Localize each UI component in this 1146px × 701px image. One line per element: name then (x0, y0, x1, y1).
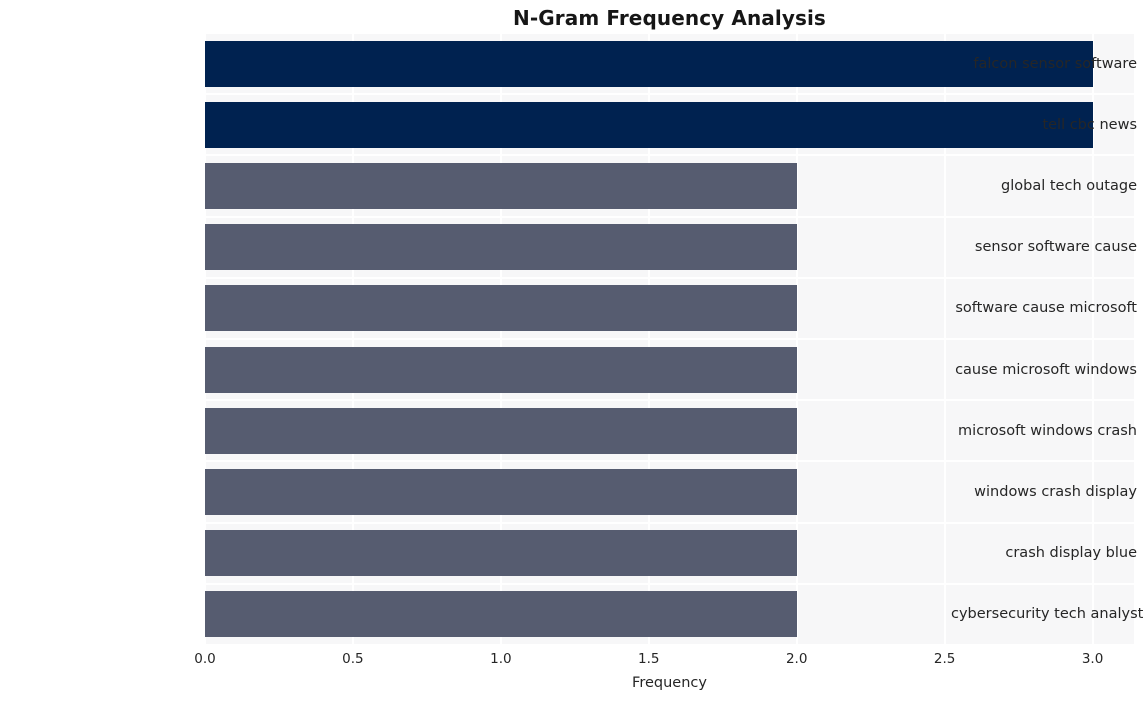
bar[interactable] (205, 347, 797, 393)
x-axis-tick-label: 0.0 (194, 651, 216, 667)
gridline-horizontal (205, 33, 1134, 34)
gridline-horizontal (205, 521, 1134, 524)
x-axis-label: Frequency (632, 675, 707, 691)
x-axis-tick-label: 0.5 (342, 651, 364, 667)
gridline-horizontal (205, 644, 1134, 645)
x-axis-tick-label: 2.0 (785, 651, 808, 667)
gridline-horizontal (205, 154, 1134, 157)
gridline-horizontal (205, 338, 1134, 340)
y-axis-tick-label: falcon sensor software (973, 56, 1137, 72)
y-axis-tick-label: sensor software cause (974, 239, 1137, 255)
y-axis-tick-label: global tech outage (1001, 178, 1137, 194)
bar[interactable] (205, 285, 797, 331)
y-axis-tick-label: windows crash display (974, 484, 1137, 500)
gridline-horizontal (205, 215, 1134, 218)
gridline-horizontal (205, 276, 1134, 279)
y-axis-tick-label: microsoft windows crash (958, 423, 1137, 439)
bar[interactable] (205, 224, 797, 270)
gridline-horizontal (205, 460, 1134, 463)
bar[interactable] (205, 163, 797, 209)
y-axis-tick-label: software cause microsoft (955, 300, 1137, 316)
y-axis-tick-label: crash display blue (1005, 545, 1137, 561)
gridline-horizontal (205, 399, 1134, 402)
gridline-horizontal (205, 93, 1134, 96)
gridline-horizontal (205, 582, 1134, 585)
y-axis-tick-label: cause microsoft windows (955, 362, 1137, 378)
x-axis-tick-label: 1.0 (490, 651, 512, 667)
bar[interactable] (205, 469, 797, 515)
x-axis-tick-label: 2.5 (933, 651, 956, 667)
chart-figure: N-Gram Frequency Analysis falcon sensor … (0, 0, 1146, 701)
bar[interactable] (205, 530, 797, 576)
bar[interactable] (205, 408, 797, 454)
x-axis-tick-label: 1.5 (638, 651, 660, 667)
bar[interactable] (205, 591, 797, 637)
page-title: N-Gram Frequency Analysis (513, 6, 826, 30)
y-axis-tick-label: tell cbc news (1042, 117, 1137, 133)
x-axis-tick-label: 3.0 (1081, 651, 1104, 667)
y-axis-tick-label: cybersecurity tech analyst (951, 606, 1144, 622)
